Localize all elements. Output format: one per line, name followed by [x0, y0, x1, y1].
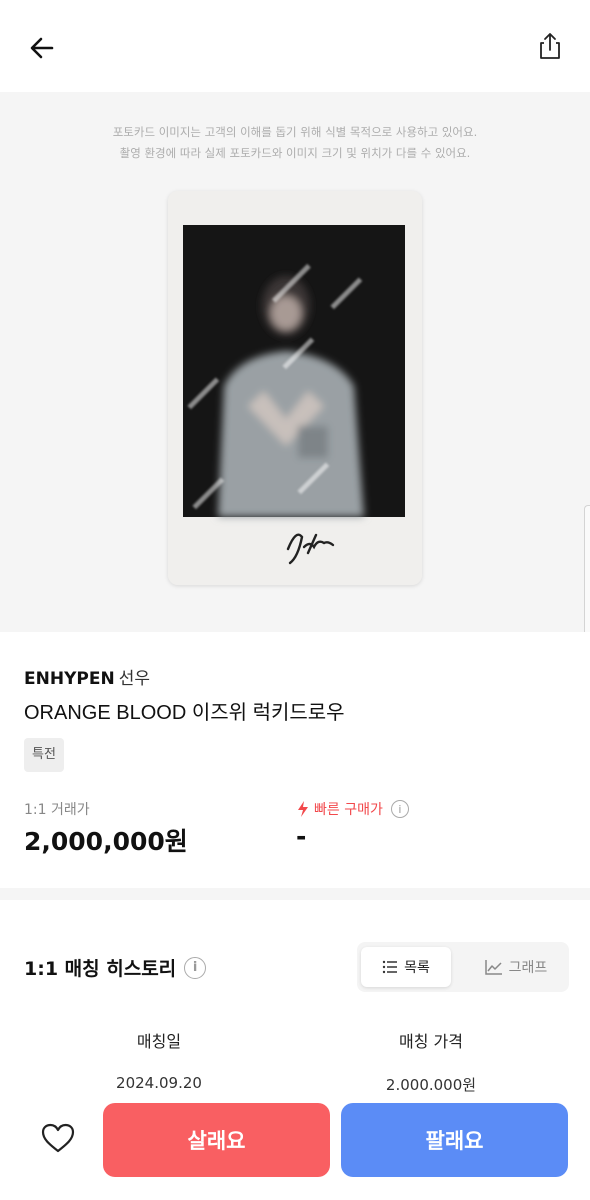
arrow-left-icon [30, 37, 54, 59]
share-button[interactable] [530, 26, 570, 66]
share-icon [540, 33, 560, 59]
notice-line-1: 포토카드 이미지는 고객의 이해를 돕기 위해 식별 목적으로 사용하고 있어요… [112, 125, 478, 139]
graph-icon [484, 960, 502, 975]
product-title: ORANGE BLOOD 이즈위 럭키드로우 [24, 702, 345, 724]
trade-price-label: 1:1 거래가 [24, 802, 90, 818]
history-title: 1:1 매칭 히스토리 i [24, 954, 207, 981]
product-info: ENHYPEN 선우 ORANGE BLOOD 이즈위 럭키드로우 특전 1:1 … [0, 632, 590, 888]
list-icon [382, 960, 398, 974]
sell-button[interactable]: 팔래요 [341, 1103, 568, 1177]
artist-line: ENHYPEN 선우 [24, 664, 150, 689]
member-name[interactable]: 선우 [119, 669, 150, 689]
fast-price-label: 빠른 구매가 i [296, 799, 409, 819]
photocard-illustration [168, 191, 422, 585]
heart-icon [41, 1123, 75, 1153]
list-view-label: 목록 [404, 960, 430, 976]
history-title-text: 1:1 매칭 히스토리 [24, 958, 177, 980]
top-bar [0, 0, 590, 92]
fast-price-label-text: 빠른 구매가 [314, 802, 383, 818]
fast-price-value: - [296, 822, 307, 851]
trade-price-value: 2,000,000원 [24, 827, 188, 856]
photocard-image[interactable] [168, 191, 422, 585]
bottom-action-bar: 살래요 팔래요 [0, 1090, 590, 1200]
group-name[interactable]: ENHYPEN [24, 669, 115, 689]
buy-button[interactable]: 살래요 [103, 1103, 330, 1177]
like-button[interactable] [38, 1118, 78, 1158]
graph-view-button[interactable]: 그래프 [467, 947, 565, 987]
info-icon[interactable]: i [390, 800, 409, 818]
list-view-button[interactable]: 목록 [361, 947, 451, 987]
view-toggle: 목록 그래프 [357, 942, 569, 992]
photocard-image-area: 포토카드 이미지는 고객의 이해를 돕기 위해 식별 목적으로 사용하고 있어요… [0, 92, 590, 632]
image-notice: 포토카드 이미지는 고객의 이해를 돕기 위해 식별 목적으로 사용하고 있어요… [0, 122, 590, 164]
lightning-icon [298, 801, 308, 817]
graph-view-label: 그래프 [508, 960, 548, 976]
history-info-icon[interactable]: i [184, 956, 207, 979]
notice-line-2: 촬영 환경에 따라 실제 포토카드와 이미지 크기 및 위치가 다를 수 있어요… [119, 146, 471, 160]
section-divider [0, 888, 590, 900]
column-header-price: 매칭 가격 [399, 1032, 463, 1051]
column-header-date: 매칭일 [136, 1032, 182, 1051]
back-button[interactable] [22, 28, 62, 68]
category-tag: 특전 [24, 738, 64, 772]
